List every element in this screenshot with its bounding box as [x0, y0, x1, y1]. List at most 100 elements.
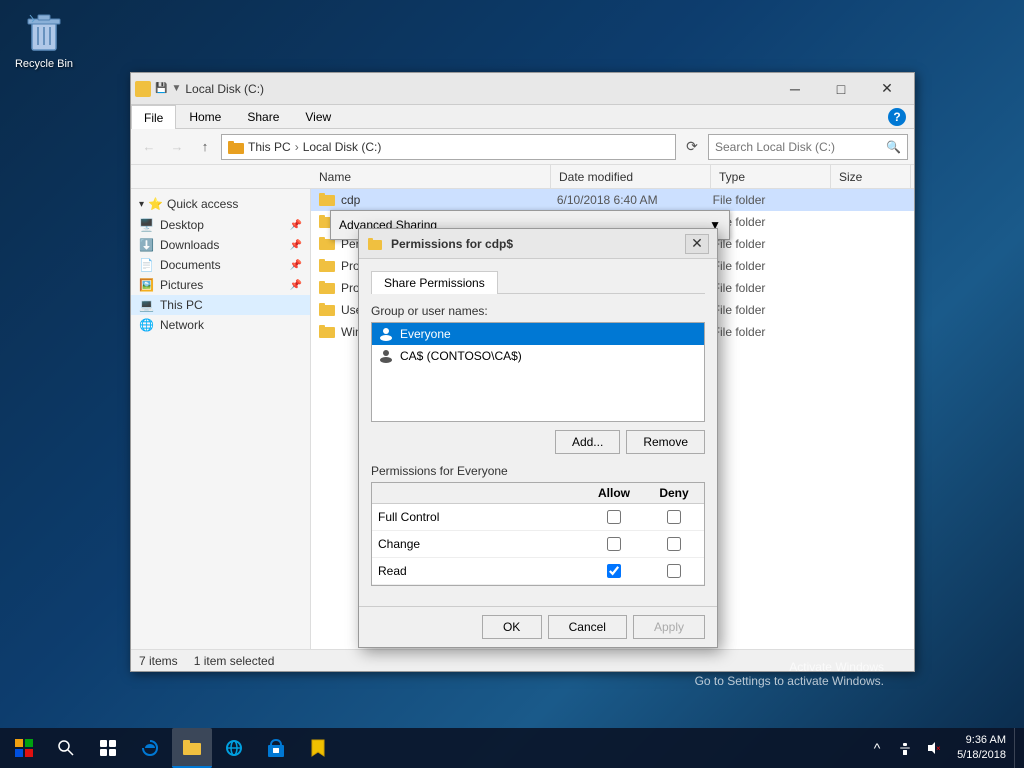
pictures-icon: 🖼️: [139, 278, 154, 292]
sidebar-item-this-pc[interactable]: 💻 This PC: [131, 295, 310, 315]
tab-share-permissions[interactable]: Share Permissions: [371, 271, 498, 294]
recycle-bin-label: Recycle Bin: [15, 58, 73, 70]
close-button[interactable]: ✕: [864, 73, 910, 105]
search-input[interactable]: [715, 140, 882, 154]
add-remove-buttons: Add... Remove: [371, 430, 705, 454]
tray-show-hidden[interactable]: ^: [865, 736, 889, 760]
checkbox-deny-fullcontrol[interactable]: [667, 510, 681, 524]
dialog-close-button[interactable]: ✕: [685, 234, 709, 254]
clock-date: 5/18/2018: [957, 748, 1006, 763]
forward-button[interactable]: →: [165, 135, 189, 159]
perm-allow-fullcontrol[interactable]: [584, 510, 644, 524]
checkbox-allow-change[interactable]: [607, 537, 621, 551]
recycle-bin-graphic: [20, 8, 68, 56]
perm-allow-change[interactable]: [584, 537, 644, 551]
checkbox-deny-read[interactable]: [667, 564, 681, 578]
user-icon-cas: [378, 348, 394, 364]
path-this-pc[interactable]: This PC: [248, 140, 291, 154]
sidebar-item-downloads[interactable]: ⬇️ Downloads 📌: [131, 235, 310, 255]
remove-button[interactable]: Remove: [626, 430, 705, 454]
quick-access-label: Quick access: [167, 197, 238, 211]
desktop-icon: 🖥️: [139, 218, 154, 232]
col-header-name[interactable]: Name: [311, 165, 551, 188]
bookmark-button[interactable]: [298, 728, 338, 768]
refresh-button[interactable]: ⟳: [680, 135, 704, 159]
this-pc-icon: 💻: [139, 298, 154, 312]
ie-button[interactable]: [214, 728, 254, 768]
table-row[interactable]: cdp 6/10/2018 6:40 AM File folder: [311, 189, 914, 211]
minimize-button[interactable]: ─: [772, 73, 818, 105]
search-taskbar-button[interactable]: [46, 728, 86, 768]
ribbon-tabs: File Home Share View ?: [131, 105, 914, 129]
path-local-disk[interactable]: Local Disk (C:): [303, 140, 382, 154]
show-desktop-button[interactable]: [1014, 728, 1020, 768]
clock-time: 9:36 AM: [966, 733, 1006, 748]
tab-file[interactable]: File: [131, 105, 176, 129]
sidebar-item-quick-access[interactable]: ▾ ⭐ Quick access: [131, 193, 310, 215]
back-button[interactable]: ←: [137, 135, 161, 159]
checkbox-allow-read[interactable]: [607, 564, 621, 578]
group-user-label: Group or user names:: [371, 304, 705, 318]
perm-deny-change[interactable]: [644, 537, 704, 551]
col-header-size[interactable]: Size: [831, 165, 911, 188]
system-clock[interactable]: 9:36 AM 5/18/2018: [951, 733, 1012, 764]
dialog-footer: OK Cancel Apply: [359, 606, 717, 647]
pin-icon-downloads: 📌: [290, 240, 302, 251]
sidebar-item-pictures[interactable]: 🖼️ Pictures 📌: [131, 275, 310, 295]
recycle-bin-icon[interactable]: Recycle Bin: [8, 8, 80, 70]
file-type-programfilesx86: File folder: [713, 281, 825, 295]
status-bar: 7 items 1 item selected: [131, 649, 914, 671]
documents-label: Documents: [160, 258, 221, 272]
title-bar-left: 💾 ▼ Local Disk (C:): [135, 81, 772, 97]
address-path[interactable]: This PC › Local Disk (C:): [221, 134, 676, 160]
tab-view[interactable]: View: [292, 104, 344, 128]
tab-share[interactable]: Share: [234, 104, 292, 128]
user-item-everyone[interactable]: Everyone: [372, 323, 704, 345]
dialog-body: Share Permissions Group or user names: E…: [359, 259, 717, 606]
search-icon: 🔍: [886, 140, 901, 154]
help-button[interactable]: ?: [880, 106, 914, 128]
item-count: 7 items: [139, 654, 178, 668]
start-button[interactable]: [4, 728, 44, 768]
desktop-label: Desktop: [160, 218, 204, 232]
search-box: 🔍: [708, 134, 908, 160]
tab-home[interactable]: Home: [176, 104, 234, 128]
add-button[interactable]: Add...: [555, 430, 620, 454]
file-type-users: File folder: [713, 303, 825, 317]
permissions-for-label: Permissions for Everyone: [371, 464, 705, 478]
cancel-button[interactable]: Cancel: [548, 615, 627, 639]
edge-button[interactable]: [130, 728, 170, 768]
file-explorer-taskbar-button[interactable]: [172, 728, 212, 768]
permissions-table: Allow Deny Full Control Change: [371, 482, 705, 586]
perm-row-change: Change: [372, 531, 704, 558]
sidebar-item-desktop[interactable]: 🖥️ Desktop 📌: [131, 215, 310, 235]
task-view-button[interactable]: [88, 728, 128, 768]
perm-allow-read[interactable]: [584, 564, 644, 578]
tray-volume-icon[interactable]: ×: [921, 736, 945, 760]
activate-subtitle: Go to Settings to activate Windows.: [695, 674, 884, 688]
perm-header-deny: Deny: [644, 483, 704, 503]
col-header-type[interactable]: Type: [711, 165, 831, 188]
sidebar-item-documents[interactable]: 📄 Documents 📌: [131, 255, 310, 275]
perm-row-fullcontrol: Full Control: [372, 504, 704, 531]
maximize-button[interactable]: □: [818, 73, 864, 105]
network-icon: 🌐: [139, 318, 154, 332]
taskbar: ^ × 9:36 AM 5/18/2018: [0, 728, 1024, 768]
ok-button[interactable]: OK: [482, 615, 542, 639]
store-button[interactable]: [256, 728, 296, 768]
perm-deny-read[interactable]: [644, 564, 704, 578]
up-button[interactable]: ↑: [193, 135, 217, 159]
user-name-cas: CA$ (CONTOSO\CA$): [400, 349, 522, 363]
window-controls: ─ □ ✕: [772, 73, 910, 105]
desktop: Recycle Bin 💾 ▼ Local Disk (C:) ─ □ ✕: [0, 0, 1024, 768]
user-item-cas[interactable]: CA$ (CONTOSO\CA$): [372, 345, 704, 367]
pin-icon-documents: 📌: [290, 260, 302, 271]
col-header-date[interactable]: Date modified: [551, 165, 711, 188]
selected-count: 1 item selected: [194, 654, 275, 668]
checkbox-allow-fullcontrol[interactable]: [607, 510, 621, 524]
perm-deny-fullcontrol[interactable]: [644, 510, 704, 524]
apply-button[interactable]: Apply: [633, 615, 705, 639]
sidebar-item-network[interactable]: 🌐 Network: [131, 315, 310, 335]
tray-network-icon[interactable]: [893, 736, 917, 760]
checkbox-deny-change[interactable]: [667, 537, 681, 551]
